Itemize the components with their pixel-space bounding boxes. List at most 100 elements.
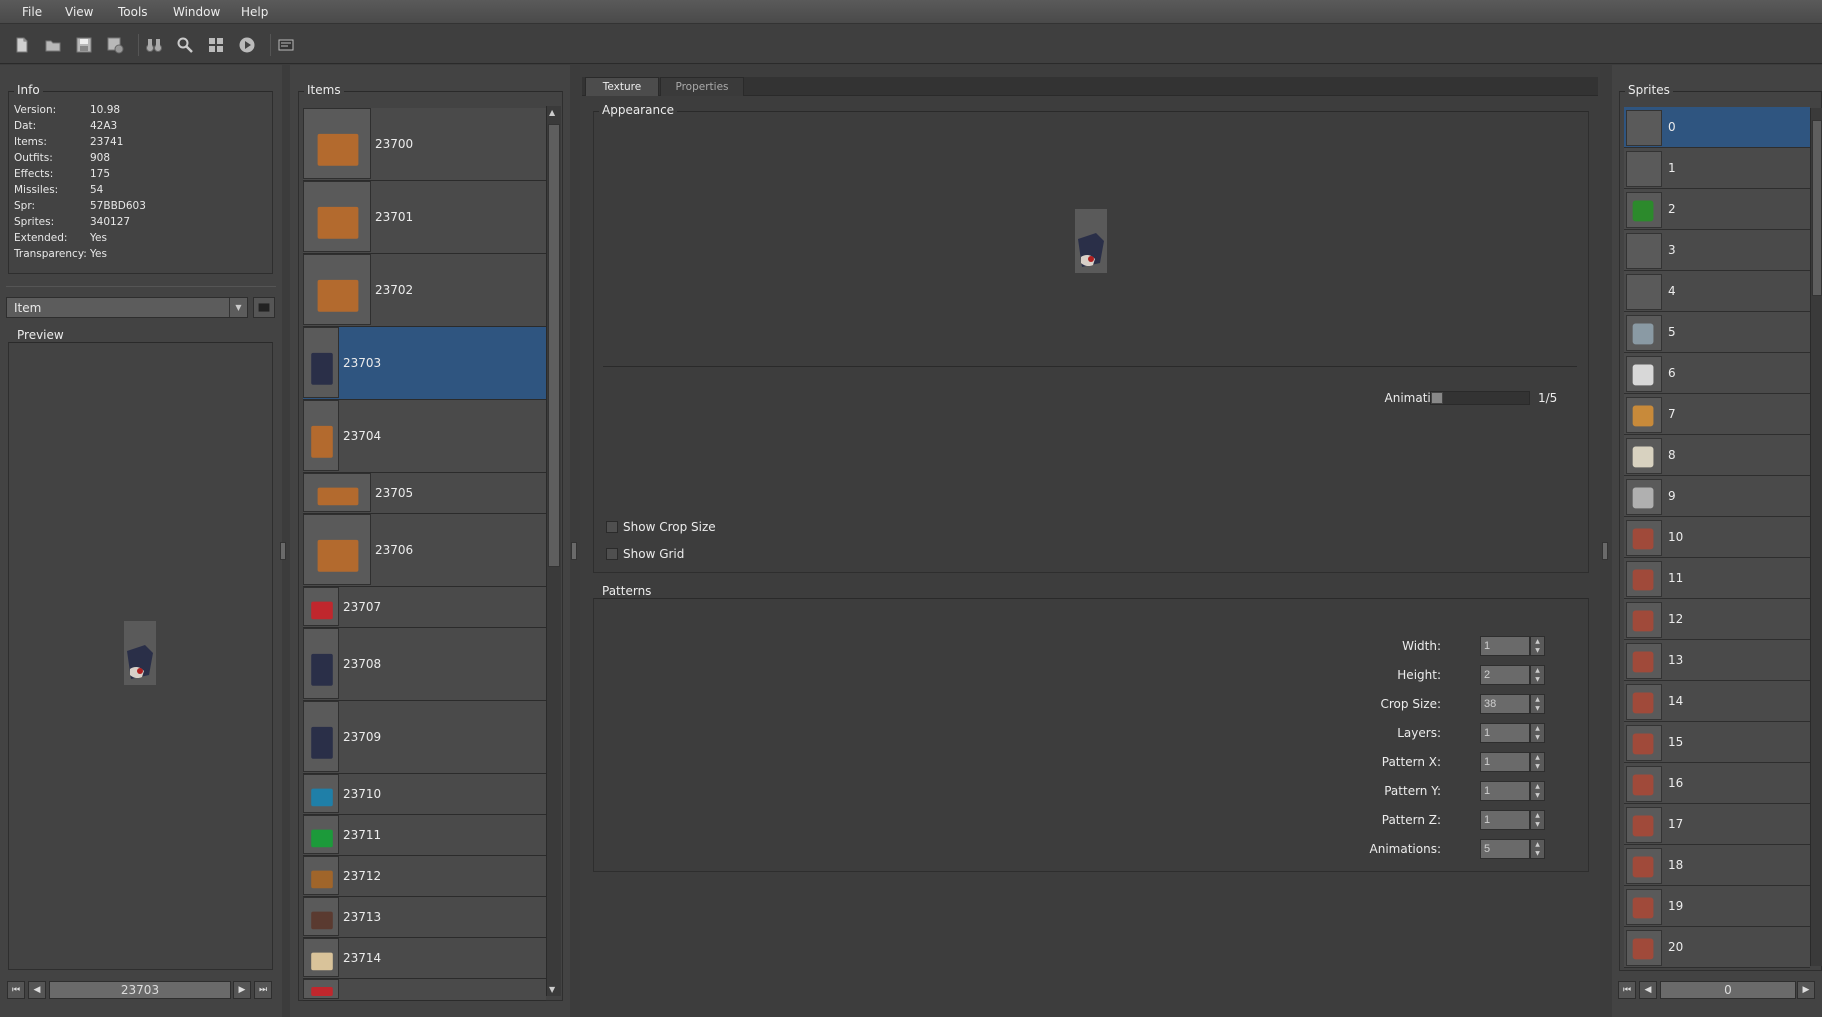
grid-icon[interactable] [207,36,225,54]
item-row[interactable]: 23703 [303,327,546,400]
spin-buttons[interactable]: ▲ ▼ [1530,636,1545,656]
menu-window[interactable]: Window [173,0,220,24]
spin-buttons[interactable]: ▲ ▼ [1530,839,1545,859]
log-window-icon[interactable] [277,36,295,54]
items-scrollbar[interactable]: ▲ ▼ [546,106,561,996]
item-row[interactable]: 23710 [303,774,546,815]
category-select[interactable]: Item ▼ [6,297,248,318]
spin-up-icon[interactable]: ▲ [1531,637,1544,646]
search-icon[interactable] [176,36,194,54]
next-item-button[interactable]: ▶ [233,981,251,999]
spin-buttons[interactable]: ▲ ▼ [1530,752,1545,772]
sprite-row[interactable]: 14 [1624,681,1810,722]
item-row[interactable] [303,979,546,1001]
menu-tools[interactable]: Tools [118,0,148,24]
pattern-field-input[interactable] [1480,752,1530,772]
save-icon[interactable] [75,36,93,54]
open-folder-icon[interactable] [44,36,62,54]
spin-up-icon[interactable]: ▲ [1531,695,1544,704]
spin-down-icon[interactable]: ▼ [1531,849,1544,858]
sprite-row[interactable]: 16 [1624,763,1810,804]
sprite-row[interactable]: 0 [1624,107,1810,148]
prev-sprite-button[interactable]: ◀ [1639,981,1657,999]
spin-up-icon[interactable]: ▲ [1531,840,1544,849]
sprite-row[interactable]: 1 [1624,148,1810,189]
item-row[interactable]: 23706 [303,514,546,587]
animation-slider-handle[interactable] [1431,392,1443,404]
sprite-row[interactable]: 15 [1624,722,1810,763]
spin-up-icon[interactable]: ▲ [1531,782,1544,791]
pattern-field-input[interactable] [1480,839,1530,859]
spin-up-icon[interactable]: ▲ [1531,666,1544,675]
sprite-row[interactable]: 20 [1624,927,1810,968]
first-sprite-button[interactable]: ⏮ [1618,981,1636,999]
sprite-row[interactable]: 2 [1624,189,1810,230]
sprite-row[interactable]: 7 [1624,394,1810,435]
spin-up-icon[interactable]: ▲ [1531,811,1544,820]
sprite-row[interactable]: 4 [1624,271,1810,312]
items-scroll-thumb[interactable] [548,124,560,567]
left-splitter-handle[interactable] [280,542,286,560]
item-row[interactable]: 23707 [303,587,546,628]
pattern-field-input[interactable] [1480,781,1530,801]
middle-splitter-handle[interactable] [571,542,577,560]
prev-item-button[interactable]: ◀ [28,981,46,999]
tab-properties[interactable]: Properties [660,77,744,96]
spin-buttons[interactable]: ▲ ▼ [1530,723,1545,743]
item-row[interactable]: 23701 [303,181,546,254]
spin-up-icon[interactable]: ▲ [1531,753,1544,762]
pattern-field-input[interactable] [1480,723,1530,743]
animation-slider[interactable] [1430,391,1530,405]
right-splitter-handle[interactable] [1602,542,1608,560]
menu-help[interactable]: Help [241,0,268,24]
sprite-row[interactable]: 3 [1624,230,1810,271]
item-row[interactable]: 23711 [303,815,546,856]
spin-down-icon[interactable]: ▼ [1531,820,1544,829]
item-id-input[interactable]: 23703 [49,981,231,999]
spin-down-icon[interactable]: ▼ [1531,675,1544,684]
menu-view[interactable]: View [65,0,93,24]
sprite-row[interactable]: 13 [1624,640,1810,681]
next-sprite-button[interactable]: ▶ [1797,981,1815,999]
spin-buttons[interactable]: ▲ ▼ [1530,781,1545,801]
play-icon[interactable] [238,36,256,54]
category-options-button[interactable] [253,297,275,318]
sprite-id-input[interactable]: 0 [1660,981,1796,999]
spin-up-icon[interactable]: ▲ [1531,724,1544,733]
item-row[interactable]: 23712 [303,856,546,897]
menu-file[interactable]: File [22,0,42,24]
item-row[interactable]: 23713 [303,897,546,938]
show-grid-checkbox[interactable] [606,548,618,560]
spin-buttons[interactable]: ▲ ▼ [1530,694,1545,714]
sprites-scroll-thumb[interactable] [1812,120,1822,296]
last-item-button[interactable]: ⏭ [254,981,272,999]
item-row[interactable]: 23709 [303,701,546,774]
spin-down-icon[interactable]: ▼ [1531,762,1544,771]
item-row[interactable]: 23708 [303,628,546,701]
sprite-row[interactable]: 8 [1624,435,1810,476]
spin-down-icon[interactable]: ▼ [1531,646,1544,655]
scroll-down-icon[interactable]: ▼ [549,985,555,994]
pattern-field-input[interactable] [1480,665,1530,685]
pattern-field-input[interactable] [1480,694,1530,714]
sprite-row[interactable]: 11 [1624,558,1810,599]
spin-buttons[interactable]: ▲ ▼ [1530,810,1545,830]
sprites-scrollbar[interactable] [1810,108,1822,966]
sprite-row[interactable]: 17 [1624,804,1810,845]
pattern-field-input[interactable] [1480,810,1530,830]
sprite-row[interactable]: 12 [1624,599,1810,640]
sprite-row[interactable]: 18 [1624,845,1810,886]
binoculars-icon[interactable] [145,36,163,54]
item-row[interactable]: 23704 [303,400,546,473]
sprite-row[interactable]: 9 [1624,476,1810,517]
pattern-field-input[interactable] [1480,636,1530,656]
chevron-down-icon[interactable]: ▼ [229,298,247,317]
spin-down-icon[interactable]: ▼ [1531,704,1544,713]
show-crop-size-checkbox[interactable] [606,521,618,533]
item-row[interactable]: 23705 [303,473,546,514]
save-as-icon[interactable] [106,36,124,54]
sprite-row[interactable]: 19 [1624,886,1810,927]
new-file-icon[interactable] [13,36,31,54]
sprite-row[interactable]: 6 [1624,353,1810,394]
item-row[interactable]: 23700 [303,108,546,181]
